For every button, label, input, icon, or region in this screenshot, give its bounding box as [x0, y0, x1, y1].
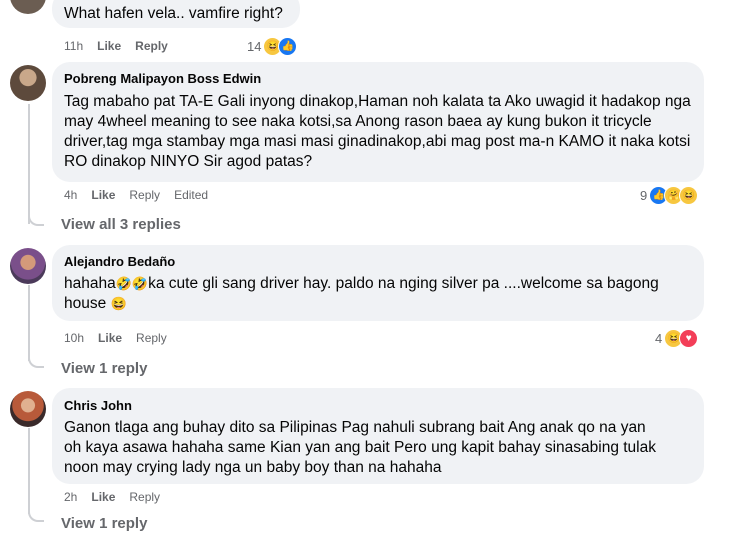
- reaction-count: 4: [655, 330, 663, 346]
- comment-bubble: What hafen vela.. vamfire right?: [52, 0, 300, 28]
- thread-line: [28, 104, 30, 224]
- reply-button[interactable]: Reply: [129, 188, 160, 202]
- comment-author[interactable]: Pobreng Malipayon Boss Edwin: [64, 71, 261, 86]
- comment-time[interactable]: 4h: [64, 188, 77, 202]
- comment-actions: 2h Like Reply: [64, 490, 174, 504]
- like-button[interactable]: Like: [98, 331, 122, 345]
- thread-line: [28, 428, 30, 514]
- avatar[interactable]: [10, 0, 46, 14]
- comment-actions: 10h Like Reply: [64, 331, 181, 345]
- reaction-summary[interactable]: 4 😆 ♥: [655, 328, 699, 348]
- reaction-summary[interactable]: 9 👍 🤗 😆: [640, 185, 699, 205]
- comment-bubble: Alejandro Bedaño hahaha🤣🤣ka cute gli san…: [52, 245, 704, 321]
- comment-bubble: Pobreng Malipayon Boss Edwin Tag mabaho …: [52, 62, 704, 182]
- view-replies-link[interactable]: View 1 reply: [61, 515, 147, 532]
- view-replies-link[interactable]: View 1 reply: [61, 360, 147, 377]
- reply-button[interactable]: Reply: [136, 331, 167, 345]
- like-button[interactable]: Like: [91, 490, 115, 504]
- like-reaction-icon: 👍: [278, 36, 298, 56]
- like-button[interactable]: Like: [97, 39, 121, 53]
- reply-button[interactable]: Reply: [129, 490, 160, 504]
- avatar[interactable]: [10, 248, 46, 284]
- comment-text: What hafen vela.. vamfire right?: [64, 5, 283, 22]
- avatar[interactable]: [10, 65, 46, 101]
- comment-time[interactable]: 10h: [64, 331, 84, 345]
- thread-elbow: [28, 356, 44, 368]
- thread-line: [28, 285, 30, 361]
- thread-elbow: [28, 214, 44, 226]
- thread-elbow: [28, 510, 44, 522]
- comment-bubble: Chris John Ganon tlaga ang buhay dito sa…: [52, 388, 704, 484]
- reaction-count: 9: [640, 187, 648, 203]
- reply-button[interactable]: Reply: [135, 39, 168, 53]
- grinning-emoji-icon: 😆: [110, 296, 127, 311]
- comment-text-part: hahaha: [64, 275, 116, 292]
- like-button[interactable]: Like: [91, 188, 115, 202]
- rofl-emoji-icon: 🤣🤣: [115, 276, 149, 291]
- comment-author[interactable]: Chris John: [64, 398, 132, 413]
- comment-author[interactable]: Alejandro Bedaño: [64, 254, 175, 269]
- love-reaction-icon: ♥: [679, 328, 699, 348]
- comment-text: Ganon tlaga ang buhay dito sa Pilipinas …: [64, 419, 656, 476]
- comment-actions: 4h Like Reply Edited: [64, 188, 222, 202]
- comment-text: Tag mabaho pat TA-E Gali inyong dinakop,…: [64, 93, 691, 170]
- view-replies-link[interactable]: View all 3 replies: [61, 216, 181, 233]
- reaction-summary[interactable]: 14 😆 👍: [247, 36, 298, 56]
- avatar[interactable]: [10, 391, 46, 427]
- comment-actions: 11h Like Reply: [64, 39, 182, 53]
- comment-text-part: ka cute gli sang driver hay. paldo na ng…: [64, 275, 659, 312]
- comment-time[interactable]: 11h: [64, 39, 83, 53]
- reaction-count: 14: [247, 38, 262, 54]
- haha-reaction-icon: 😆: [679, 185, 699, 205]
- comment-text: hahaha🤣🤣ka cute gli sang driver hay. pal…: [64, 274, 694, 314]
- edited-label[interactable]: Edited: [174, 188, 208, 202]
- comment-time[interactable]: 2h: [64, 490, 77, 504]
